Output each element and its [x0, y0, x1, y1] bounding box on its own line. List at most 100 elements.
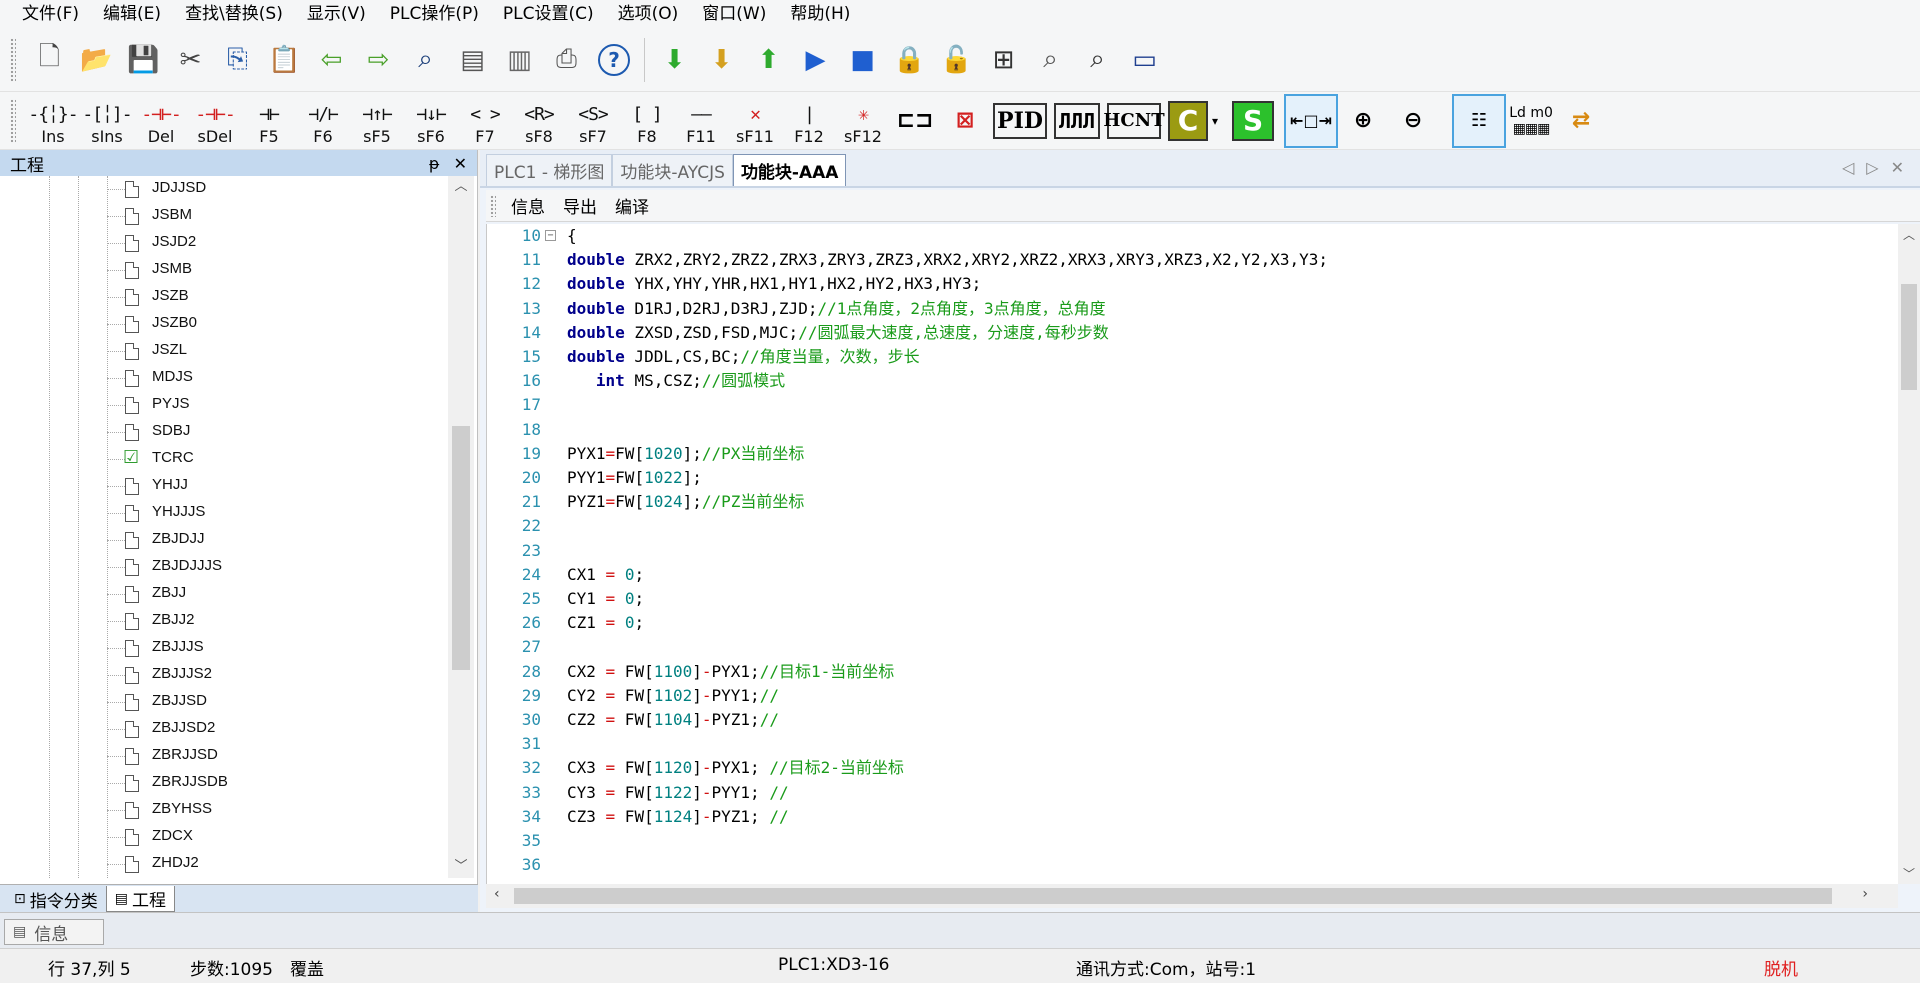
convert-icon[interactable]: ⇄ — [1556, 96, 1606, 146]
open-folder-icon[interactable]: 📂 — [73, 37, 120, 83]
ladder-button-f11[interactable]: —— F11 — [674, 95, 728, 147]
dropdown-arrow-icon[interactable]: ▾ — [1212, 114, 1218, 128]
find-icon[interactable]: ⌕ — [402, 37, 449, 83]
ladder-button-sf11[interactable]: ✕ sF11 — [728, 95, 782, 147]
ladder-button-sdel[interactable]: -⊣⊢- sDel — [188, 95, 242, 147]
tree-item[interactable]: JSMB — [0, 257, 448, 284]
tree-scrollbar[interactable]: ︿ ﹀ — [448, 176, 474, 878]
ladder-button-ins[interactable]: -{╎}- Ins — [26, 95, 80, 147]
tab-project[interactable]: ▤ 工程 — [105, 886, 175, 912]
stop-icon[interactable]: ■ — [839, 37, 886, 83]
menu-item-4[interactable]: PLC操作(P) — [378, 0, 491, 28]
help-icon[interactable]: ? — [598, 43, 630, 76]
code-hscroll-thumb[interactable] — [514, 888, 1832, 904]
document-icon[interactable]: ▥ — [496, 37, 543, 83]
ladder-button-f7[interactable]: < > F7 — [458, 95, 512, 147]
ladder-button-sf8[interactable]: <R> sF8 — [512, 95, 566, 147]
ladder-button-f5[interactable]: ⊣⊢ F5 — [242, 95, 296, 147]
menu-item-8[interactable]: 帮助(H) — [778, 0, 862, 28]
upload-icon[interactable]: ⬆ — [745, 37, 792, 83]
pin-icon[interactable]: ᵽ — [429, 154, 440, 173]
ladder-button-f8[interactable]: [ ] F8 — [620, 95, 674, 147]
tree-item[interactable]: ZBRJJSDB — [0, 770, 448, 797]
tree-item[interactable]: JDJJSD — [0, 176, 448, 203]
tab-info[interactable]: ▤ 信息 — [4, 919, 104, 945]
tree-item[interactable]: ZBJJ2 — [0, 608, 448, 635]
tree-item[interactable]: ZBJDJJJS — [0, 554, 448, 581]
ladder-button-sf12[interactable]: ✳ sF12 — [836, 95, 890, 147]
toolbar-grip[interactable] — [10, 98, 16, 143]
tab-scroll-right-icon[interactable]: ▷ — [1866, 158, 1878, 177]
code-vscroll-thumb[interactable] — [1901, 284, 1917, 390]
ladder-view-icon[interactable]: ☷ — [1452, 93, 1507, 148]
search-icon[interactable]: ⌕ — [1074, 37, 1121, 83]
tree-item[interactable]: ZBJJJS2 — [0, 662, 448, 689]
tree-item[interactable]: ZBYHSS — [0, 797, 448, 824]
tab-plc1-ladder[interactable]: PLC1 - 梯形图 — [486, 154, 613, 186]
tab-instruction-category[interactable]: ⊡ 指令分类 — [6, 886, 106, 912]
tree-item[interactable]: SDBJ — [0, 419, 448, 446]
c-function-button[interactable]: C — [1168, 100, 1208, 141]
tree-item[interactable]: ZBRJJSD — [0, 743, 448, 770]
tree-item[interactable]: YHJJ — [0, 473, 448, 500]
scroll-up-icon[interactable]: ︿ — [1898, 226, 1920, 243]
branch-icon[interactable]: ⊏⊐ — [890, 96, 940, 146]
toolbar-grip[interactable] — [490, 194, 496, 217]
zoom-in-icon[interactable]: ⊕ — [1338, 96, 1388, 146]
tab-scroll-left-icon[interactable]: ◁ — [1842, 158, 1854, 177]
close-icon[interactable]: ✕ — [454, 154, 467, 173]
info-button[interactable]: 信息 — [502, 193, 554, 218]
tree-item[interactable]: ZHDJ2 — [0, 851, 448, 878]
code-horizontal-scrollbar[interactable]: ‹ › — [486, 884, 1898, 908]
tree-item[interactable]: JSZB — [0, 284, 448, 311]
tree-scroll-thumb[interactable] — [452, 426, 470, 670]
tree-item[interactable]: ZBJJ — [0, 581, 448, 608]
fold-toggle-icon[interactable]: − — [545, 230, 556, 241]
ld-m0-button[interactable]: Ld m0 ▦▦▦ — [1506, 96, 1556, 146]
scroll-up-icon[interactable]: ︿ — [448, 176, 474, 198]
pulse-button[interactable]: ЛЛЛ — [1054, 102, 1100, 139]
menu-item-0[interactable]: 文件(F) — [10, 0, 91, 28]
menu-item-7[interactable]: 窗口(W) — [690, 0, 778, 28]
scroll-down-icon[interactable]: ﹀ — [448, 856, 474, 878]
copy-icon[interactable]: ⎘ — [214, 37, 261, 83]
tree-item[interactable]: ZBJDJJ — [0, 527, 448, 554]
tree-item[interactable]: JSBM — [0, 203, 448, 230]
tree-item[interactable]: JSZL — [0, 338, 448, 365]
tab-function-block-aycjs[interactable]: 功能块-AYCJS — [612, 154, 733, 186]
delete-branch-icon[interactable]: ⊠ — [940, 96, 990, 146]
menu-item-3[interactable]: 显示(V) — [295, 0, 378, 28]
ladder-button-sins[interactable]: -[╎]- sIns — [80, 95, 134, 147]
run-icon[interactable]: ▶ — [792, 37, 839, 83]
close-tab-icon[interactable]: ✕ — [1891, 158, 1904, 177]
menu-item-5[interactable]: PLC设置(C) — [491, 0, 606, 28]
hcnt-button[interactable]: HCNT — [1103, 102, 1165, 139]
new-file-icon[interactable]: 🗋 — [26, 37, 73, 83]
export-button[interactable]: 导出 — [554, 193, 606, 218]
code-editor[interactable]: 10−{11 double ZRX2,ZRY2,ZRZ2,ZRX3,ZRY3,ZR… — [486, 224, 1898, 884]
back-arrow-icon[interactable]: ⇦ — [308, 37, 355, 83]
save-icon[interactable]: 💾 — [120, 37, 167, 83]
comment-toggle-icon[interactable]: ⇤□⇥ — [1284, 93, 1339, 148]
zoom-out-icon[interactable]: ⊖ — [1388, 96, 1438, 146]
ladder-button-sf6[interactable]: ⊣↓⊢ sF6 — [404, 95, 458, 147]
tree-item[interactable]: ZDCX — [0, 824, 448, 851]
scroll-down-icon[interactable]: ﹀ — [1898, 865, 1920, 882]
tab-function-block-aaa[interactable]: 功能块-AAA — [732, 154, 847, 186]
toolbar-grip[interactable] — [10, 37, 16, 82]
tree-item[interactable]: ZBJJSD — [0, 689, 448, 716]
menu-item-6[interactable]: 选项(O) — [606, 0, 691, 28]
menu-item-1[interactable]: 编辑(E) — [91, 0, 173, 28]
lock-icon[interactable]: 🔒 — [886, 37, 933, 83]
tree-item[interactable]: ZBJJJS — [0, 635, 448, 662]
download-lock-icon[interactable]: ⬇ — [698, 37, 745, 83]
ladder-button-sf5[interactable]: ⊣↑⊢ sF5 — [350, 95, 404, 147]
tree-item[interactable]: PYJS — [0, 392, 448, 419]
monitor-icon[interactable]: ▤ — [449, 37, 496, 83]
ladder-button-f12[interactable]: | F12 — [782, 95, 836, 147]
paste-icon[interactable]: 📋 — [261, 37, 308, 83]
io-table-icon[interactable]: ⊞ — [980, 37, 1027, 83]
cut-icon[interactable]: ✂ — [167, 37, 214, 83]
serial-port-icon[interactable]: ▭ — [1121, 37, 1168, 83]
menu-item-2[interactable]: 查找\替换(S) — [173, 0, 295, 28]
